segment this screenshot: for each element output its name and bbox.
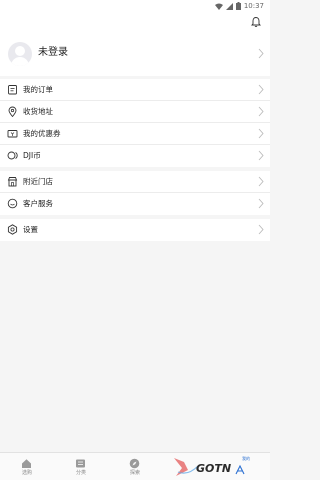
signal-icon xyxy=(225,2,233,10)
menu-group-settings: 设置 xyxy=(0,219,270,241)
tab-shop[interactable]: 选购 xyxy=(0,453,54,480)
menu-item-settings[interactable]: 设置 xyxy=(0,219,270,241)
menu-group-account: 我的订单 收货地址 我的优惠券 DJI币 xyxy=(0,79,270,167)
service-smile-icon xyxy=(7,198,18,209)
menu-item-coupons[interactable]: 我的优惠券 xyxy=(0,123,270,145)
bell-icon[interactable] xyxy=(250,16,262,28)
chevron-right-icon xyxy=(258,128,264,139)
watermark-logo: GOTN xyxy=(174,458,245,476)
menu-item-label: 设置 xyxy=(23,225,38,234)
menu-item-label: 附近门店 xyxy=(23,177,53,186)
coins-icon xyxy=(7,151,18,160)
menu-item-label: DJI币 xyxy=(23,151,41,160)
menu-item-address[interactable]: 收货地址 xyxy=(0,101,270,123)
menu-item-label: 收货地址 xyxy=(23,107,53,116)
coupon-icon xyxy=(7,130,18,138)
tab-category[interactable]: 分类 xyxy=(54,453,108,480)
chevron-right-icon xyxy=(258,150,264,161)
top-bar xyxy=(0,12,270,32)
wifi-icon xyxy=(214,3,223,10)
tab-label: 探索 xyxy=(129,470,140,476)
menu-item-customer-service[interactable]: 客户服务 xyxy=(0,193,270,215)
menu-item-label: 我的优惠券 xyxy=(23,129,61,138)
store-icon xyxy=(7,177,18,187)
tab-label: 分类 xyxy=(75,470,86,476)
chevron-right-icon xyxy=(258,48,264,59)
menu-item-dji-coins[interactable]: DJI币 xyxy=(0,145,270,167)
svg-text:GOTN: GOTN xyxy=(196,462,231,475)
menu-item-nearby-stores[interactable]: 附近门店 xyxy=(0,171,270,193)
chevron-right-icon xyxy=(258,198,264,209)
home-icon xyxy=(22,459,31,468)
tab-label: 选购 xyxy=(21,470,32,476)
order-icon xyxy=(8,85,17,95)
menu-item-orders[interactable]: 我的订单 xyxy=(0,79,270,101)
menu-item-label: 客户服务 xyxy=(23,199,53,208)
compass-icon xyxy=(129,458,140,469)
tab-explore[interactable]: 探索 xyxy=(108,453,162,480)
status-right: 10:37 xyxy=(214,1,264,11)
avatar[interactable] xyxy=(8,42,32,66)
gear-icon xyxy=(7,224,18,235)
chevron-right-icon xyxy=(258,84,264,95)
location-pin-icon xyxy=(8,106,17,117)
profile-name[interactable]: 未登录 xyxy=(38,46,68,60)
battery-icon xyxy=(235,2,241,10)
status-time: 10:37 xyxy=(243,2,264,10)
menu-item-label: 我的订单 xyxy=(23,85,53,94)
menu-group-service: 附近门店 客户服务 xyxy=(0,171,270,215)
status-bar: 10:37 xyxy=(0,0,270,12)
chevron-right-icon xyxy=(258,106,264,117)
category-icon xyxy=(76,459,85,468)
profile-section[interactable]: 未登录 xyxy=(0,32,270,76)
chevron-right-icon xyxy=(258,176,264,187)
chevron-right-icon xyxy=(258,224,264,235)
